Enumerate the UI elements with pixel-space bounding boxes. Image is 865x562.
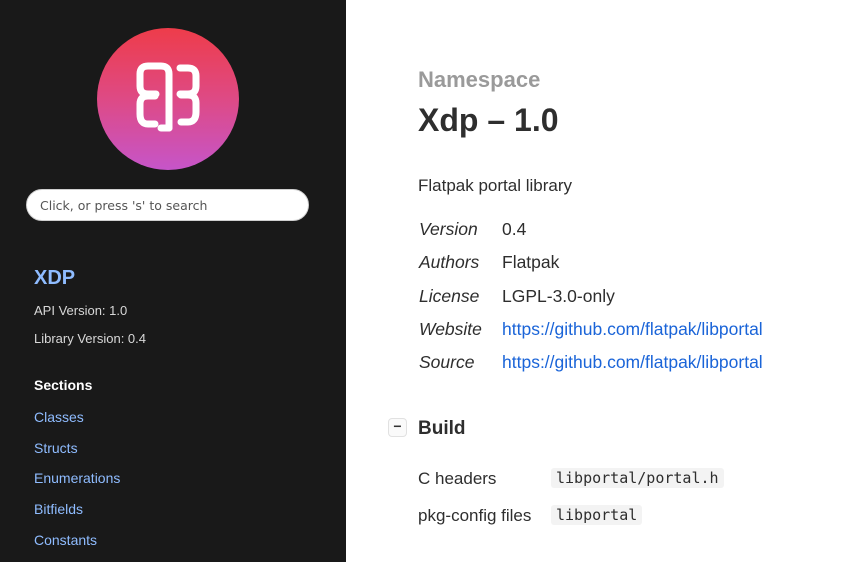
property-value-source: https://github.com/flatpak/libportal: [502, 352, 763, 373]
build-value-c-headers: libportal/portal.h: [551, 468, 724, 488]
collapse-toggle-button[interactable]: −: [388, 418, 407, 437]
sidebar: XDP API Version: 1.0 Library Version: 0.…: [0, 0, 346, 562]
namespace-link[interactable]: XDP: [34, 267, 75, 290]
build-value-pkg-config: libportal: [551, 505, 643, 525]
website-link[interactable]: https://github.com/flatpak/libportal: [502, 319, 763, 339]
property-value-license: LGPL-3.0-only: [502, 286, 615, 306]
section-link-structs[interactable]: Structs: [34, 440, 78, 456]
sections-heading: Sections: [34, 377, 93, 393]
search-input[interactable]: [26, 189, 309, 221]
page-title: Xdp – 1.0: [418, 102, 559, 138]
section-link-enumerations[interactable]: Enumerations: [34, 470, 120, 486]
api-version: API Version: 1.0: [34, 303, 128, 318]
build-key-pkg-config: pkg-config files: [418, 506, 532, 525]
section-link-bitfields[interactable]: Bitfields: [34, 501, 83, 517]
property-key-version: Version: [419, 219, 478, 239]
section-link-constants[interactable]: Constants: [34, 532, 97, 548]
property-value-version: 0.4: [502, 219, 527, 239]
property-value-authors: Flatpak: [502, 252, 560, 272]
libportal-logo-icon[interactable]: [97, 28, 239, 170]
page-kicker: Namespace: [418, 67, 541, 92]
property-key-website: Website: [419, 319, 482, 339]
build-section-heading: Build: [418, 418, 466, 439]
property-key-license: License: [419, 286, 480, 306]
property-key-authors: Authors: [419, 252, 480, 272]
build-key-c-headers: C headers: [418, 469, 497, 488]
property-value-website: https://github.com/flatpak/libportal: [502, 319, 763, 340]
page-description: Flatpak portal library: [418, 176, 573, 195]
section-link-classes[interactable]: Classes: [34, 409, 84, 425]
main-content: Namespace Xdp – 1.0 Flatpak portal libra…: [346, 0, 865, 562]
source-link[interactable]: https://github.com/flatpak/libportal: [502, 352, 763, 372]
library-version: Library Version: 0.4: [34, 331, 147, 346]
property-key-source: Source: [419, 352, 475, 372]
